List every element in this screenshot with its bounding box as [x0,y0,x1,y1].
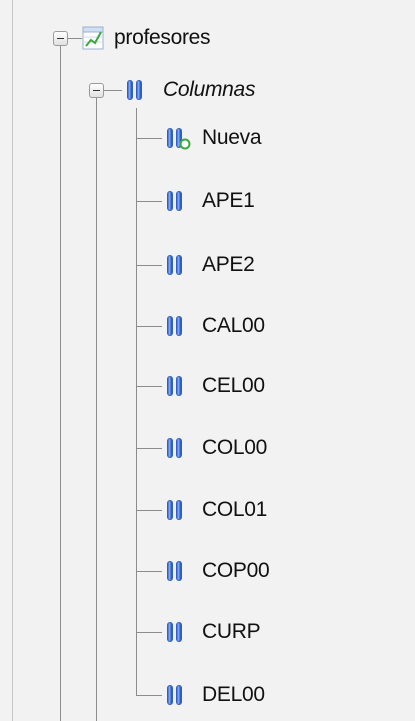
tree-node-new-column[interactable]: Nueva [0,118,415,158]
tree-line [136,448,162,449]
column-icon [167,685,182,705]
table-structure-icon [82,26,104,50]
tree-node-column[interactable]: COL01 [0,490,415,530]
tree-line [136,510,162,511]
column-icon [167,316,182,336]
new-column-icon [167,128,191,150]
column-icon [167,438,182,458]
tree-node-column[interactable]: APE1 [0,181,415,221]
navigation-panel: profesores Columnas Nueva APE1 APE2 CAL0… [0,0,415,721]
tree-node-column-label[interactable]: APE1 [202,188,255,214]
tree-line [136,571,162,572]
tree-node-column-label[interactable]: CURP [202,619,261,645]
tree-node-column[interactable]: APE2 [0,245,415,285]
tree-node-column-label[interactable]: COP00 [202,558,270,584]
column-icon [167,376,182,396]
tree-node-columns-group[interactable]: Columnas [0,70,415,110]
tree-node-column-label[interactable]: COL01 [202,497,267,523]
tree-node-column[interactable]: CAL00 [0,306,415,346]
tree-line [136,386,162,387]
tree-node-columns-group-label[interactable]: Columnas [163,77,255,103]
tree-node-column[interactable]: CEL00 [0,366,415,406]
tree-node-column-label[interactable]: CEL00 [202,373,265,399]
tree-node-column-label[interactable]: DEL00 [202,682,265,708]
tree-node-column-label[interactable]: APE2 [202,252,255,278]
tree-node-column[interactable]: COP00 [0,551,415,591]
columns-icon [127,80,142,100]
database-tree: profesores Columnas Nueva APE1 APE2 CAL0… [0,0,415,721]
column-icon [167,500,182,520]
tree-line [136,265,162,266]
tree-line [136,138,162,139]
tree-line [136,201,162,202]
tree-line [136,632,162,633]
tree-node-table[interactable]: profesores [0,18,415,58]
tree-node-table-label[interactable]: profesores [114,25,211,51]
tree-node-column-label[interactable]: COL00 [202,435,267,461]
tree-line [136,326,162,327]
collapse-toggle[interactable] [53,31,68,46]
tree-node-column[interactable]: CURP [0,612,415,652]
tree-node-column[interactable]: DEL00 [0,675,415,715]
column-icon [167,191,182,211]
tree-node-column[interactable]: COL00 [0,428,415,468]
column-icon [167,561,182,581]
column-icon [167,255,182,275]
tree-node-new-column-label[interactable]: Nueva [202,125,262,151]
column-icon [167,622,182,642]
collapse-toggle[interactable] [89,83,104,98]
tree-line [136,695,162,696]
tree-node-column-label[interactable]: CAL00 [202,313,265,339]
